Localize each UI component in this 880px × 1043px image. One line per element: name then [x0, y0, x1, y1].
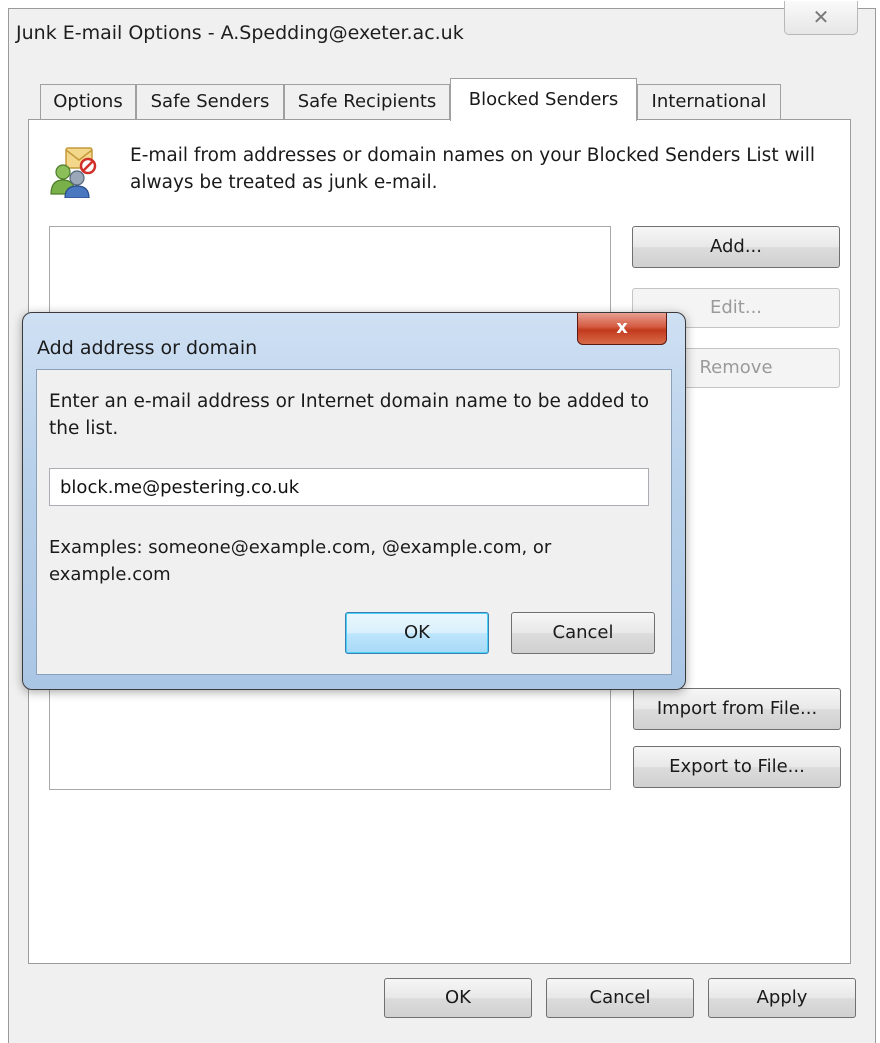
export-to-file-button[interactable]: Export to File...	[633, 746, 841, 788]
cancel-button[interactable]: Cancel	[546, 978, 694, 1018]
tab-safe-recipients[interactable]: Safe Recipients	[284, 84, 450, 120]
dialog-cancel-button[interactable]: Cancel	[511, 612, 655, 654]
window-close-button[interactable]: ✕	[784, 1, 858, 35]
tab-blocked-senders[interactable]: Blocked Senders	[450, 78, 637, 121]
window-title: Junk E-mail Options - A.Spedding@exeter.…	[16, 22, 464, 44]
import-from-file-button[interactable]: Import from File...	[633, 688, 841, 730]
tab-international[interactable]: International	[637, 84, 781, 120]
dialog-prompt: Enter an e-mail address or Internet doma…	[49, 391, 650, 439]
address-input[interactable]	[49, 468, 649, 506]
dialog-close-button[interactable]: x	[577, 313, 667, 345]
blocked-senders-info: E-mail from addresses or domain names on…	[130, 145, 816, 193]
apply-button[interactable]: Apply	[708, 978, 856, 1018]
ok-button[interactable]: OK	[384, 978, 532, 1018]
people-icon	[48, 142, 104, 199]
dialog-examples: Examples: someone@example.com, @example.…	[49, 537, 552, 585]
dialog-body: Enter an e-mail address or Internet doma…	[36, 369, 672, 675]
add-button[interactable]: Add...	[632, 226, 840, 268]
tab-safe-senders[interactable]: Safe Senders	[136, 84, 284, 120]
tab-options[interactable]: Options	[40, 84, 136, 120]
add-address-dialog: Add address or domain x Enter an e-mail …	[22, 312, 686, 690]
dialog-title: Add address or domain	[37, 337, 258, 359]
dialog-ok-button[interactable]: OK	[345, 612, 489, 654]
